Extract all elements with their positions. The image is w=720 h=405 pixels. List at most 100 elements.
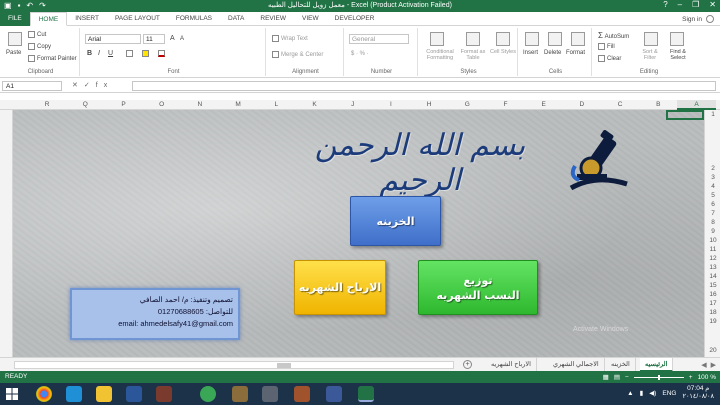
row-header[interactable]: 19 bbox=[705, 318, 720, 325]
fx-label[interactable]: fx bbox=[96, 82, 113, 89]
avatar[interactable] bbox=[706, 15, 714, 23]
app-icon-5[interactable] bbox=[326, 386, 342, 402]
row-header[interactable]: 15 bbox=[705, 282, 720, 289]
paste-button[interactable]: Paste bbox=[6, 50, 21, 56]
conditional-formatting-icon[interactable] bbox=[430, 32, 444, 46]
file-explorer-icon[interactable] bbox=[96, 386, 112, 402]
sign-in-label[interactable]: Sign in bbox=[682, 16, 702, 23]
row-header[interactable]: 13 bbox=[705, 264, 720, 271]
insert-cells-icon[interactable] bbox=[525, 32, 539, 46]
clock[interactable]: 07:04 م ٢٠١٤/٠٨/٠٨ bbox=[682, 385, 714, 401]
monthly-profits-button[interactable]: الارباح الشهريه bbox=[294, 260, 386, 315]
font-color-icon[interactable] bbox=[158, 50, 165, 57]
prev-sheet-icon[interactable]: ◀ bbox=[701, 361, 706, 369]
row-header[interactable]: 9 bbox=[705, 228, 720, 235]
help-icon[interactable]: ? bbox=[663, 0, 667, 9]
excel-taskbar-icon[interactable] bbox=[358, 386, 374, 402]
fill-color-icon[interactable] bbox=[142, 50, 149, 57]
sort-filter-button[interactable]: Sort & Filter bbox=[638, 49, 662, 61]
column-header[interactable]: M bbox=[219, 100, 257, 110]
column-header[interactable]: E bbox=[525, 100, 563, 110]
tab-formulas[interactable]: FORMULAS bbox=[168, 12, 220, 26]
sheet-tab-treasury[interactable]: الخزينه bbox=[606, 358, 636, 372]
fx-icon[interactable]: ✕✓fx bbox=[72, 81, 113, 89]
copy-button[interactable]: Copy bbox=[28, 43, 51, 50]
tab-review[interactable]: REVIEW bbox=[252, 12, 294, 26]
app-icon-3[interactable] bbox=[262, 386, 278, 402]
column-header[interactable]: B bbox=[639, 100, 677, 110]
column-header[interactable]: D bbox=[563, 100, 601, 110]
row-header[interactable]: 8 bbox=[705, 219, 720, 226]
column-header[interactable]: G bbox=[448, 100, 486, 110]
name-box[interactable]: A1 bbox=[2, 81, 62, 91]
page-layout-view-icon[interactable]: ▤ bbox=[614, 373, 620, 381]
tab-insert[interactable]: INSERT bbox=[67, 12, 107, 26]
bold-button[interactable]: B bbox=[87, 50, 92, 57]
column-header[interactable]: R bbox=[28, 100, 66, 110]
enter-icon[interactable]: ✓ bbox=[84, 82, 96, 89]
windows-start-icon[interactable] bbox=[6, 388, 18, 400]
format-cells-button[interactable]: Format bbox=[566, 50, 585, 56]
tab-home[interactable]: HOME bbox=[29, 11, 68, 26]
sheet-tab-monthly-total[interactable]: الاجمالي الشهري bbox=[548, 358, 605, 372]
tray-arrow-icon[interactable]: ▲ bbox=[627, 390, 633, 397]
row-header[interactable]: 5 bbox=[705, 192, 720, 199]
insert-cells-button[interactable]: Insert bbox=[523, 50, 538, 56]
sheet-tab-monthly-profits[interactable]: الارباح الشهريه bbox=[486, 358, 537, 372]
row-header[interactable]: 10 bbox=[705, 237, 720, 244]
row-header[interactable]: 11 bbox=[705, 246, 720, 253]
zoom-out-icon[interactable]: − bbox=[625, 374, 629, 381]
column-header[interactable]: C bbox=[601, 100, 639, 110]
autosum-button[interactable]: Σ AutoSum bbox=[598, 31, 629, 40]
zoom-level[interactable]: 100 % bbox=[698, 374, 716, 381]
zoom-slider[interactable] bbox=[633, 374, 684, 380]
tab-file[interactable]: FILE bbox=[0, 11, 30, 26]
treasury-button[interactable]: الخزينه bbox=[350, 196, 441, 246]
close-icon[interactable]: ✕ bbox=[709, 0, 716, 9]
sheet-tab-main[interactable]: الرئيسيه bbox=[640, 358, 674, 372]
column-header[interactable]: L bbox=[257, 100, 295, 110]
format-as-table-icon[interactable] bbox=[466, 32, 480, 46]
binoculars-icon[interactable] bbox=[670, 32, 684, 46]
column-header[interactable]: O bbox=[143, 100, 181, 110]
merge-center-button[interactable]: Merge & Center bbox=[272, 51, 323, 58]
number-format-select[interactable]: General bbox=[349, 34, 409, 44]
column-header[interactable]: H bbox=[410, 100, 448, 110]
word-icon[interactable] bbox=[126, 386, 142, 402]
format-painter-button[interactable]: Format Painter bbox=[28, 55, 77, 62]
format-cells-icon[interactable] bbox=[571, 32, 585, 46]
tab-view[interactable]: VIEW bbox=[294, 12, 327, 26]
next-sheet-icon[interactable]: ▶ bbox=[711, 361, 716, 369]
font-name-select[interactable]: Arial bbox=[85, 34, 141, 44]
cancel-icon[interactable]: ✕ bbox=[72, 82, 84, 89]
sheet-canvas[interactable]: بسم الله الرحمن الرحيم الخزينه الارباح ا… bbox=[13, 110, 704, 357]
shrink-font-button[interactable]: A bbox=[180, 36, 184, 42]
delete-cells-button[interactable]: Delete bbox=[544, 50, 561, 56]
column-header[interactable]: Q bbox=[66, 100, 104, 110]
sort-filter-icon[interactable] bbox=[644, 32, 658, 46]
row-header[interactable]: 17 bbox=[705, 300, 720, 307]
row-header[interactable]: 7 bbox=[705, 210, 720, 217]
row-header[interactable]: 6 bbox=[705, 201, 720, 208]
cell-styles-icon[interactable] bbox=[496, 32, 510, 46]
fill-button[interactable]: Fill bbox=[598, 43, 615, 50]
maps-icon[interactable] bbox=[200, 386, 216, 402]
grow-font-button[interactable]: A bbox=[170, 35, 175, 42]
monthly-distribution-button[interactable]: توزيع النسب الشهريه bbox=[418, 260, 538, 315]
italic-button[interactable]: I bbox=[98, 50, 100, 57]
clear-button[interactable]: Clear bbox=[598, 55, 621, 62]
tab-data[interactable]: DATA bbox=[220, 12, 252, 26]
chrome-icon[interactable] bbox=[36, 386, 52, 402]
cut-button[interactable]: Cut bbox=[28, 31, 46, 38]
tab-page-layout[interactable]: PAGE LAYOUT bbox=[107, 12, 168, 26]
font-size-select[interactable]: 11 bbox=[143, 34, 165, 44]
borders-icon[interactable] bbox=[126, 50, 133, 57]
column-header[interactable]: K bbox=[295, 100, 333, 110]
format-as-table-button[interactable]: Format as Table bbox=[458, 49, 488, 61]
volume-icon[interactable]: ◀) bbox=[649, 389, 656, 397]
internet-explorer-icon[interactable] bbox=[66, 386, 82, 402]
conditional-formatting-button[interactable]: Conditional Formatting bbox=[422, 49, 458, 61]
scroll-thumb[interactable] bbox=[277, 363, 291, 368]
underline-button[interactable]: U bbox=[108, 50, 113, 57]
language-indicator[interactable]: ENG bbox=[662, 390, 676, 397]
